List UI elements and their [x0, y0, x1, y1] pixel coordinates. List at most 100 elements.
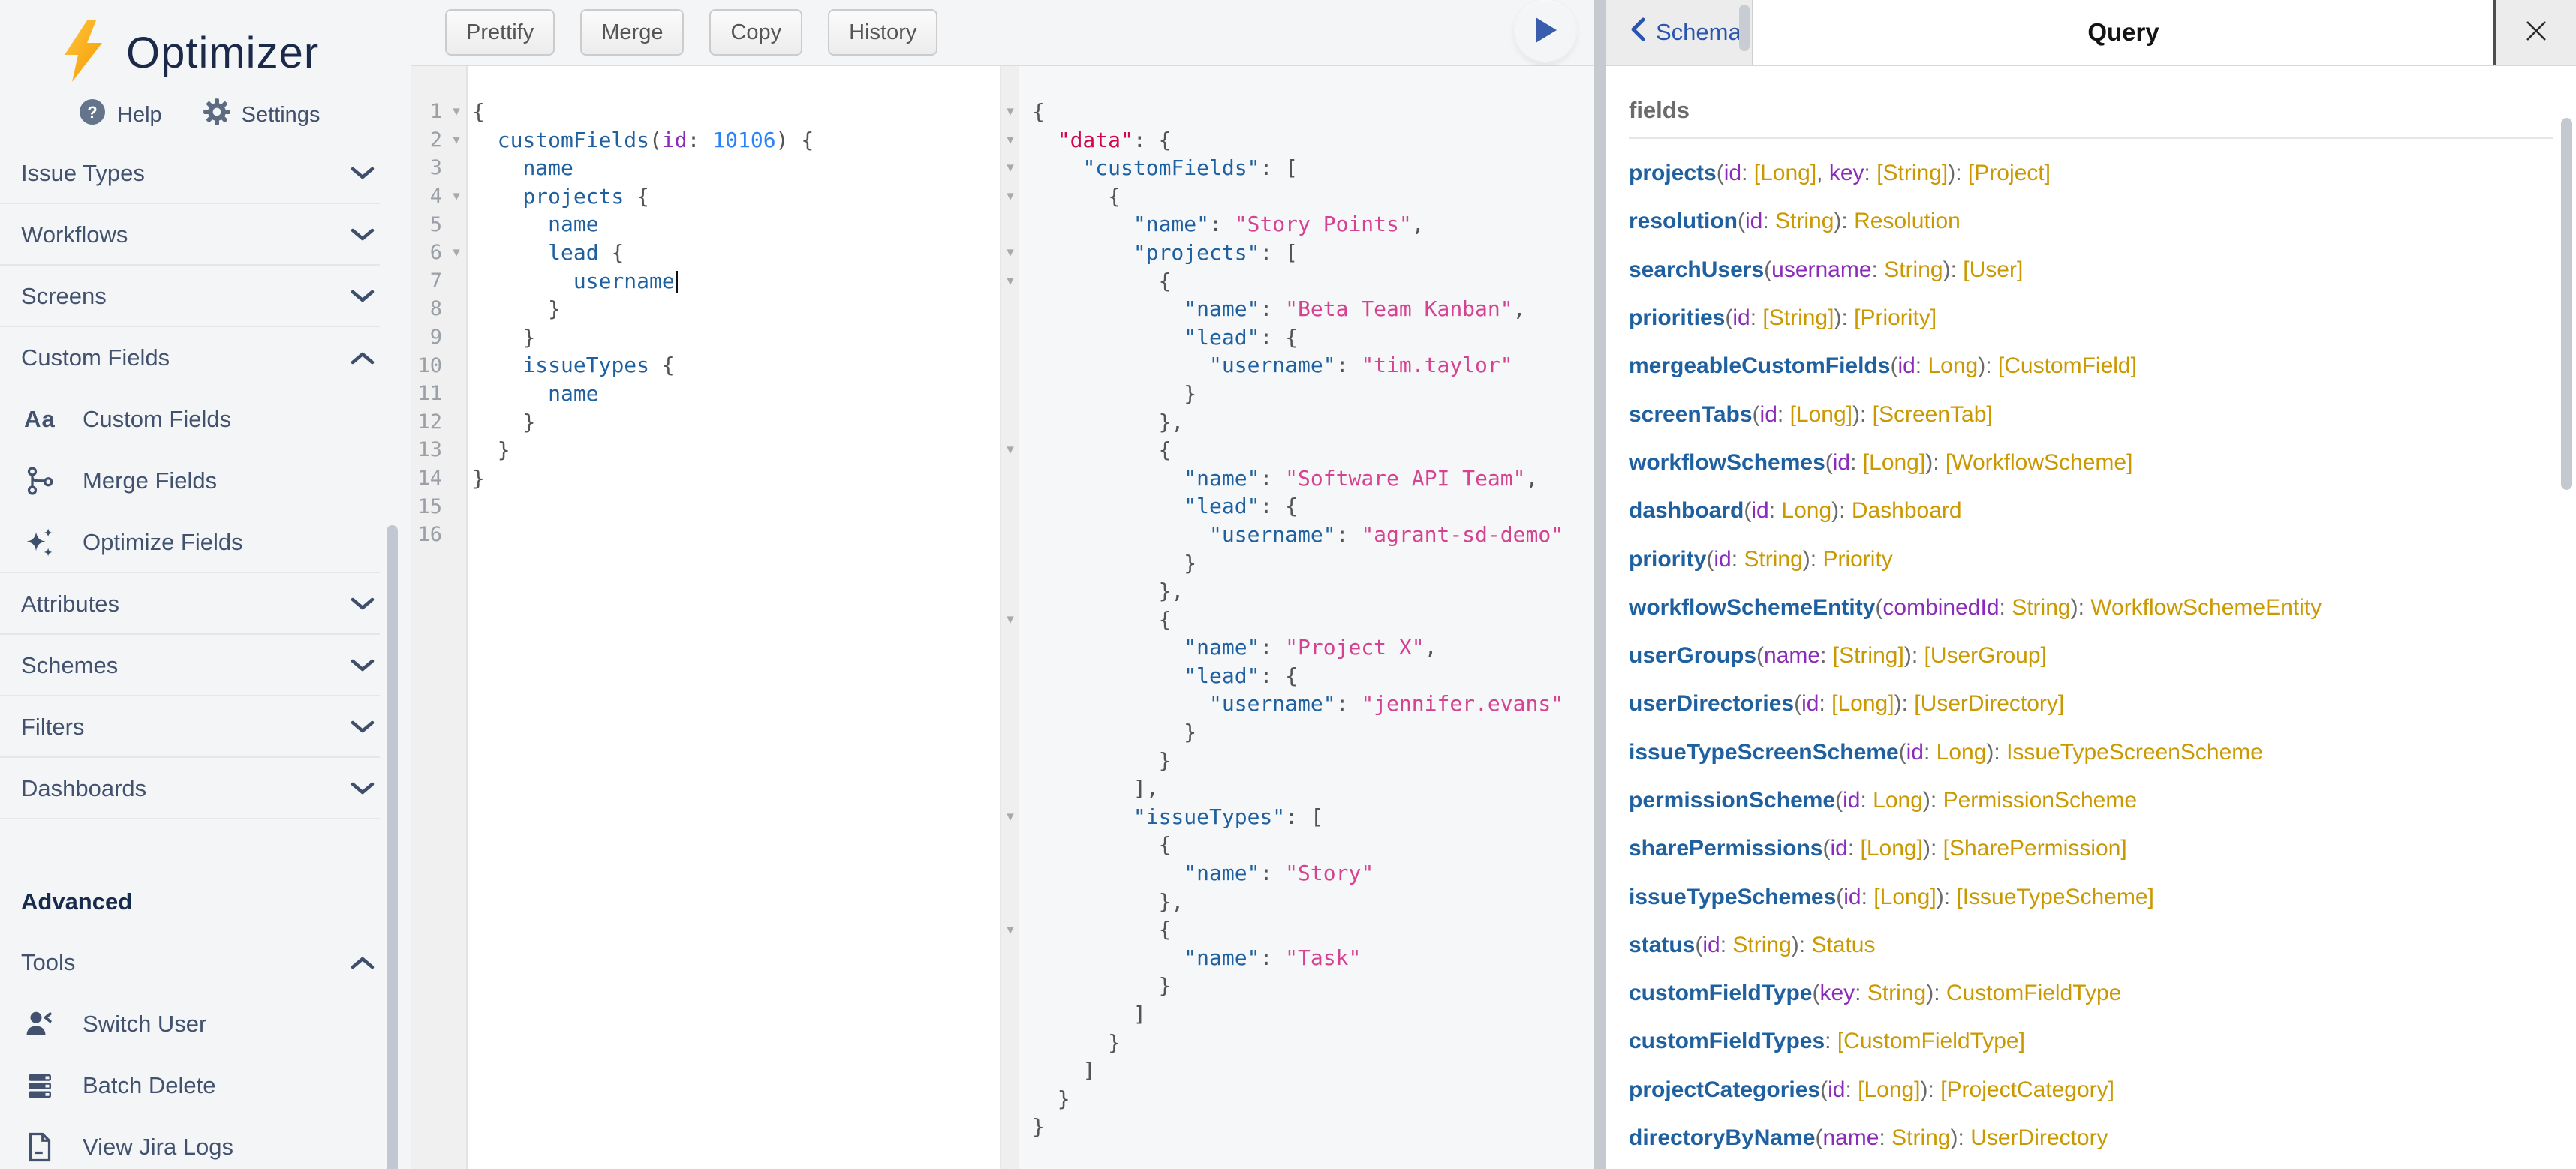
arg-type-link[interactable]: [String] [1876, 161, 1948, 186]
return-type-link[interactable]: CustomFieldType [1946, 981, 2121, 1006]
sidebar-item-custom-fields[interactable]: AaCustom Fields [0, 389, 398, 450]
field-name-link[interactable]: projectCategories [1629, 1077, 1820, 1103]
field-name-link[interactable]: priority [1629, 547, 1706, 572]
arg-type-link[interactable]: String [1884, 257, 1943, 283]
sidebar-item-view-jira-logs[interactable]: View Jira Logs [0, 1116, 398, 1169]
field-name-link[interactable]: issueTypeScreenScheme [1629, 740, 1899, 765]
sidebar-item-issue-types[interactable]: Issue Types [0, 143, 398, 204]
fold-arrow-icon[interactable]: ▾ [1001, 611, 1019, 628]
field-name-link[interactable]: dashboard [1629, 498, 1744, 524]
return-type-link[interactable]: UserDirectory [1970, 1125, 2108, 1151]
sidebar-item-custom-fields[interactable]: Custom Fields [0, 327, 398, 389]
fold-arrow-icon[interactable]: ▾ [1001, 159, 1019, 176]
arg-type-link[interactable]: Long [1873, 788, 1923, 813]
close-doc-panel-button[interactable] [2493, 0, 2576, 65]
fold-arrow-icon[interactable]: ▾ [1001, 921, 1019, 939]
arg-type-link[interactable]: [String] [1762, 305, 1834, 331]
sidebar-item-screens[interactable]: Screens [0, 266, 398, 327]
fold-arrow-icon[interactable]: ▾ [447, 188, 466, 205]
field-name-link[interactable]: permissionScheme [1629, 788, 1835, 813]
return-type-link[interactable]: [WorkflowScheme] [1946, 450, 2133, 476]
return-type-link[interactable]: [SharePermission] [1943, 836, 2127, 861]
settings-button[interactable]: Settings [203, 98, 320, 132]
return-type-link[interactable]: PermissionScheme [1943, 788, 2137, 813]
arg-type-link[interactable]: String [1744, 547, 1802, 572]
return-type-link[interactable]: IssueTypeScreenScheme [2006, 740, 2263, 765]
arg-type-link[interactable]: [Long] [1790, 402, 1852, 428]
fold-arrow-icon[interactable]: ▾ [1001, 188, 1019, 205]
execute-query-button[interactable] [1515, 2, 1575, 62]
field-name-link[interactable]: mergeableCustomFields [1629, 353, 1890, 379]
field-name-link[interactable]: searchUsers [1629, 257, 1764, 283]
arg-type-link[interactable]: [Long] [1831, 691, 1894, 717]
arg-type-link[interactable]: String [1891, 1125, 1950, 1151]
return-type-link[interactable]: WorkflowSchemeEntity [2090, 595, 2322, 621]
fold-arrow-icon[interactable]: ▾ [1001, 441, 1019, 458]
return-type-link[interactable]: [CustomFieldType] [1837, 1029, 2025, 1054]
return-type-link[interactable]: [ScreenTab] [1873, 402, 1993, 428]
field-name-link[interactable]: projects [1629, 161, 1717, 186]
fold-arrow-icon[interactable]: ▾ [447, 103, 466, 120]
field-name-link[interactable]: customFieldTypes [1629, 1029, 1825, 1054]
fold-arrow-icon[interactable]: ▾ [447, 131, 466, 149]
arg-type-link[interactable]: [Long] [1754, 161, 1816, 186]
fold-arrow-icon[interactable]: ▾ [1001, 131, 1019, 149]
sidebar-item-dashboards[interactable]: Dashboards [0, 758, 398, 819]
return-type-link[interactable]: [CustomField] [1998, 353, 2137, 379]
toolbar-merge-button[interactable]: Merge [580, 9, 684, 56]
sidebar-item-tools[interactable]: Tools [0, 932, 398, 993]
return-type-link[interactable]: [User] [1963, 257, 2023, 283]
field-name-link[interactable]: directoryByName [1629, 1125, 1815, 1151]
arg-type-link[interactable]: [Long] [1861, 836, 1923, 861]
sidebar-item-attributes[interactable]: Attributes [0, 573, 398, 635]
fold-arrow-icon[interactable]: ▾ [1001, 272, 1019, 290]
sidebar-item-filters[interactable]: Filters [0, 696, 398, 758]
sidebar-item-batch-delete[interactable]: Batch Delete [0, 1055, 398, 1116]
return-type-link[interactable]: [IssueTypeScheme] [1956, 885, 2153, 910]
return-type-link[interactable]: [Priority] [1854, 305, 1937, 331]
toolbar-history-button[interactable]: History [828, 9, 937, 56]
panel-resize-divider[interactable] [1594, 0, 1606, 1169]
field-name-link[interactable]: sharePermissions [1629, 836, 1822, 861]
fold-arrow-icon[interactable]: ▾ [1001, 808, 1019, 825]
arg-type-link[interactable]: [Long] [1873, 885, 1936, 910]
return-type-link[interactable]: [UserDirectory] [1914, 691, 2064, 717]
field-name-link[interactable]: status [1629, 933, 1695, 958]
fold-arrow-icon[interactable]: ▾ [1001, 244, 1019, 261]
doc-panel-scrollbar-thumb[interactable] [2561, 118, 2572, 490]
field-name-link[interactable]: priorities [1629, 305, 1725, 331]
return-type-link[interactable]: Resolution [1854, 209, 1961, 234]
return-type-link[interactable]: [UserGroup] [1924, 643, 2046, 669]
arg-type-link[interactable]: Long [1937, 740, 1987, 765]
toolbar-prettify-button[interactable]: Prettify [445, 9, 555, 56]
field-name-link[interactable]: workflowSchemeEntity [1629, 595, 1875, 621]
arg-type-link[interactable]: Long [1781, 498, 1831, 524]
arg-type-link[interactable]: String [1732, 933, 1791, 958]
arg-type-link[interactable]: String [1867, 981, 1926, 1006]
sidebar-scrollbar-thumb[interactable] [387, 525, 398, 1169]
fold-arrow-icon[interactable]: ▾ [447, 244, 466, 261]
return-type-link[interactable]: Priority [1822, 547, 1892, 572]
field-name-link[interactable]: customFieldType [1629, 981, 1812, 1006]
toolbar-copy-button[interactable]: Copy [709, 9, 802, 56]
query-editor[interactable]: { customFields(id: 10106) { name project… [468, 66, 1000, 1169]
help-button[interactable]: ? Help [78, 98, 162, 132]
sidebar-item-optimize-fields[interactable]: Optimize Fields [0, 512, 398, 573]
fold-arrow-icon[interactable]: ▾ [1001, 103, 1019, 120]
arg-type-link[interactable]: [String] [1833, 643, 1904, 669]
return-type-link[interactable]: Status [1811, 933, 1875, 958]
sidebar-item-workflows[interactable]: Workflows [0, 204, 398, 266]
arg-type-link[interactable]: Long [1927, 353, 1978, 379]
sidebar-item-schemes[interactable]: Schemes [0, 635, 398, 696]
sidebar-item-merge-fields[interactable]: Merge Fields [0, 450, 398, 512]
arg-type-link[interactable]: [Long] [1858, 1077, 1920, 1103]
field-name-link[interactable]: issueTypeSchemes [1629, 885, 1836, 910]
arg-type-link[interactable]: String [2012, 595, 2070, 621]
field-name-link[interactable]: screenTabs [1629, 402, 1753, 428]
field-name-link[interactable]: userGroups [1629, 643, 1756, 669]
field-name-link[interactable]: userDirectories [1629, 691, 1794, 717]
return-type-link[interactable]: [ProjectCategory] [1940, 1077, 2114, 1103]
arg-type-link[interactable]: String [1775, 209, 1834, 234]
return-type-link[interactable]: Dashboard [1852, 498, 1962, 524]
field-name-link[interactable]: resolution [1629, 209, 1738, 234]
